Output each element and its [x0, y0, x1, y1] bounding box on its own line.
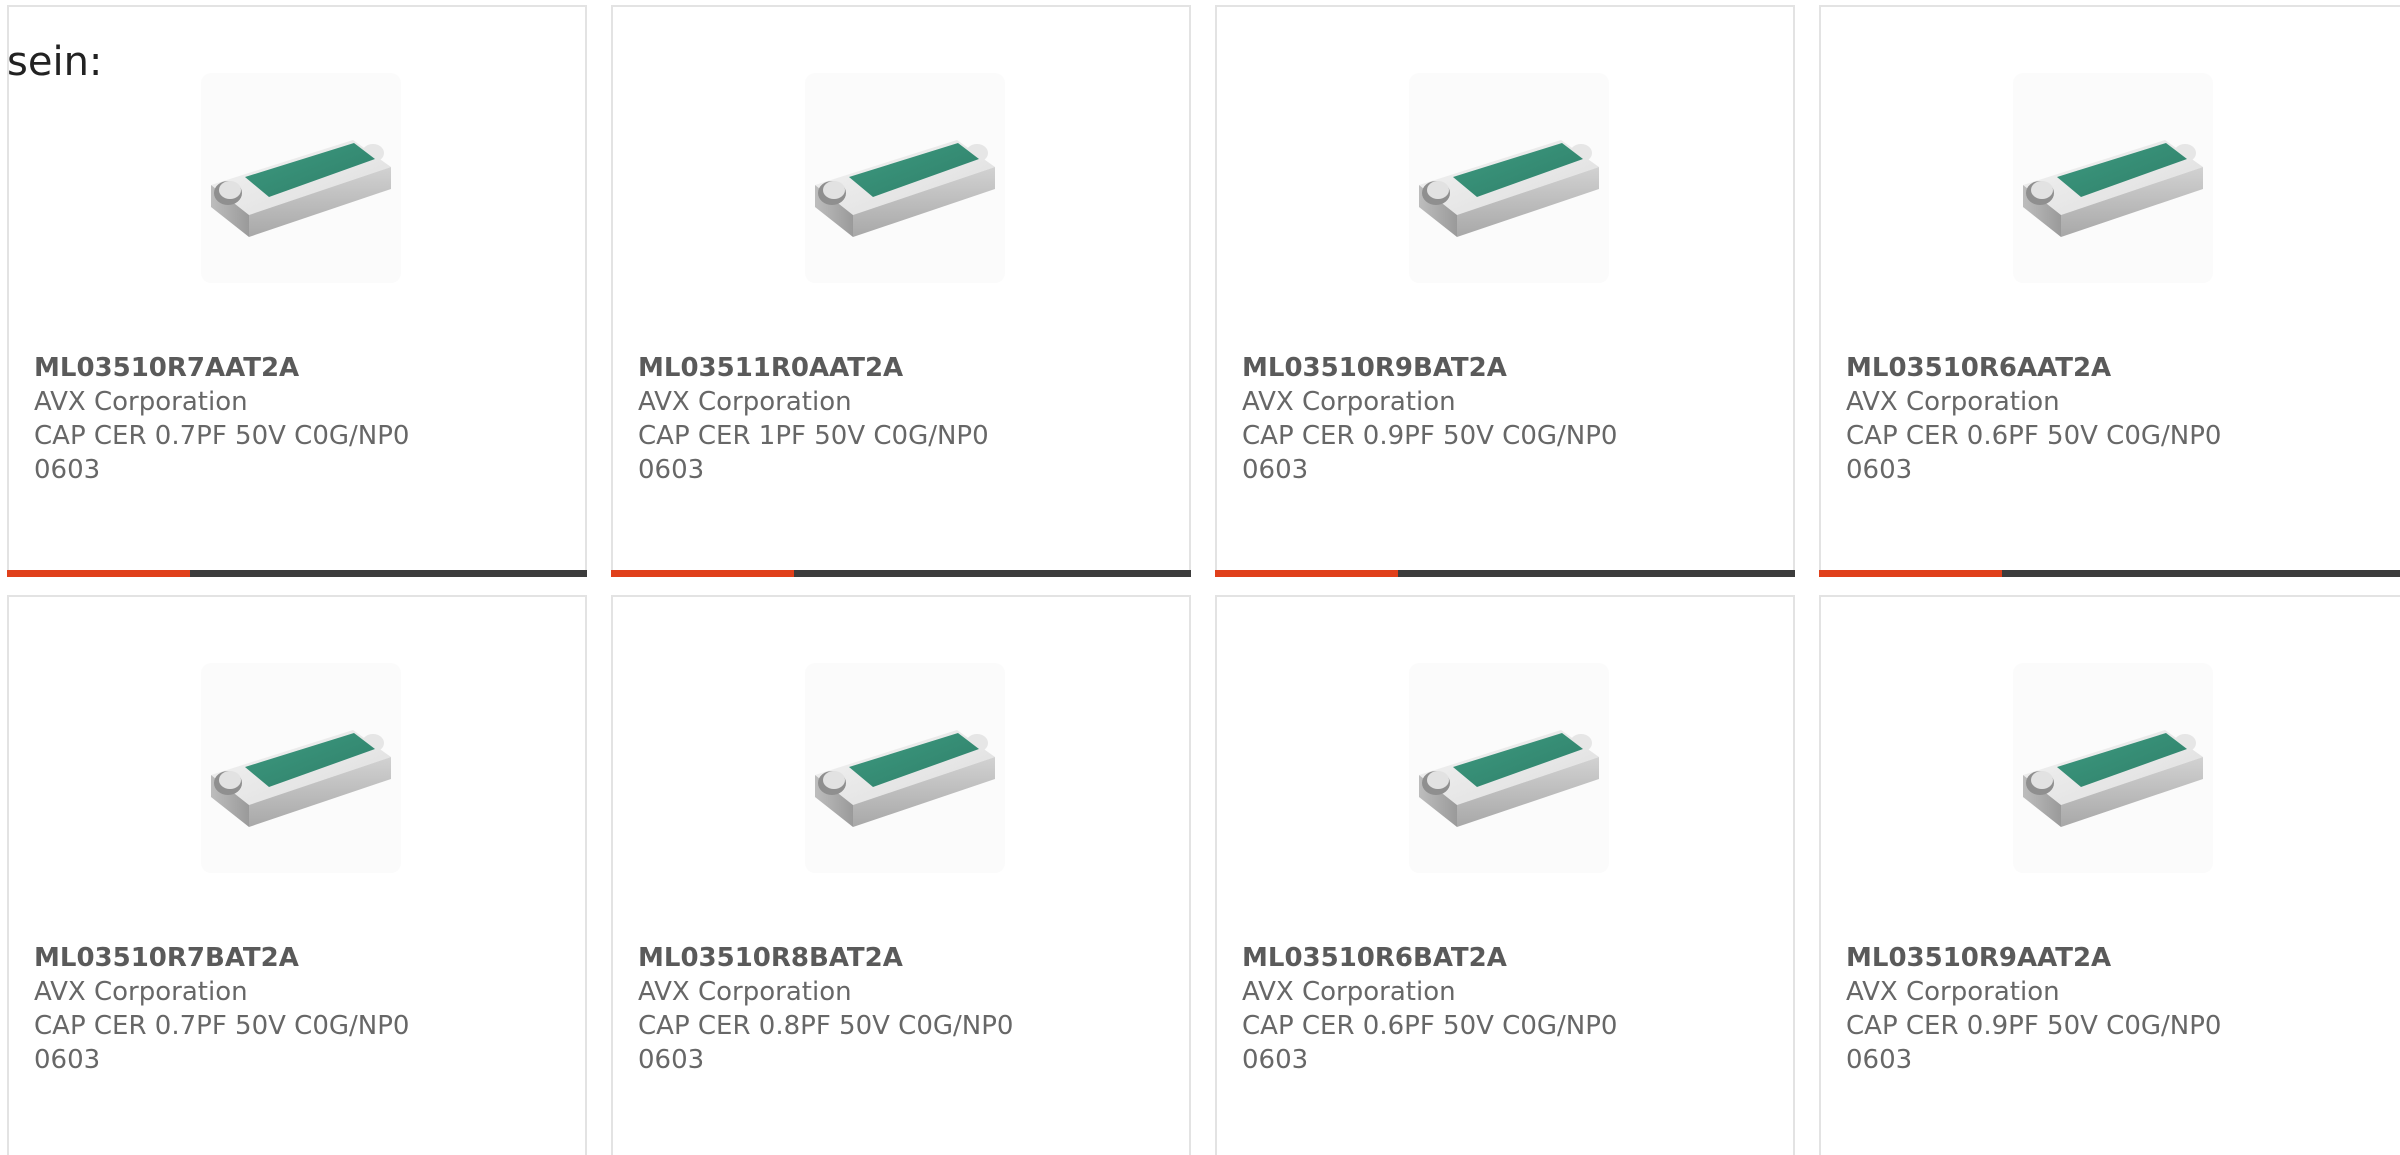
- smd-chip-capacitor-icon: [211, 140, 391, 237]
- part-number-link[interactable]: ML03510R6AAT2A: [1846, 351, 2246, 385]
- part-number-link[interactable]: ML03510R9AAT2A: [1846, 941, 2246, 975]
- product-card[interactable]: ML03511R0AAT2A AVX Corporation CAP CER 1…: [611, 5, 1191, 577]
- product-image[interactable]: [201, 663, 401, 873]
- product-description: CAP CER 1PF 50V C0G/NP0 0603: [638, 421, 989, 485]
- part-number-link[interactable]: ML03510R6BAT2A: [1242, 941, 1642, 975]
- product-image[interactable]: [201, 73, 401, 283]
- product-info: ML03510R9AAT2A AVX Corporation CAP CER 0…: [1846, 941, 2246, 1077]
- smd-chip-capacitor-icon: [211, 730, 391, 827]
- product-image[interactable]: [1409, 73, 1609, 283]
- product-card[interactable]: ML03510R9AAT2A AVX Corporation CAP CER 0…: [1819, 595, 2400, 1155]
- smd-chip-capacitor-icon: [815, 140, 995, 237]
- smd-chip-capacitor-icon: [2023, 730, 2203, 827]
- manufacturer-name: AVX Corporation: [638, 387, 852, 417]
- part-number-link[interactable]: ML03510R8BAT2A: [638, 941, 1038, 975]
- product-card[interactable]: ML03510R8BAT2A AVX Corporation CAP CER 0…: [611, 595, 1191, 1155]
- product-info: ML03510R9BAT2A AVX Corporation CAP CER 0…: [1242, 351, 1642, 487]
- product-description: CAP CER 0.6PF 50V C0G/NP0 0603: [1846, 421, 2222, 485]
- manufacturer-name: AVX Corporation: [1242, 977, 1456, 1007]
- product-info: ML03511R0AAT2A AVX Corporation CAP CER 1…: [638, 351, 1038, 487]
- product-info: ML03510R6BAT2A AVX Corporation CAP CER 0…: [1242, 941, 1642, 1077]
- smd-chip-capacitor-icon: [1419, 730, 1599, 827]
- part-number-link[interactable]: ML03510R7AAT2A: [34, 351, 434, 385]
- smd-chip-capacitor-icon: [1419, 140, 1599, 237]
- product-description: CAP CER 0.7PF 50V C0G/NP0 0603: [34, 421, 410, 485]
- product-card[interactable]: ML03510R6AAT2A AVX Corporation CAP CER 0…: [1819, 5, 2400, 577]
- product-card[interactable]: ML03510R7BAT2A AVX Corporation CAP CER 0…: [7, 595, 587, 1155]
- product-image[interactable]: [805, 663, 1005, 873]
- manufacturer-name: AVX Corporation: [1242, 387, 1456, 417]
- manufacturer-name: AVX Corporation: [638, 977, 852, 1007]
- product-description: CAP CER 0.7PF 50V C0G/NP0 0603: [34, 1011, 410, 1075]
- product-info: ML03510R6AAT2A AVX Corporation CAP CER 0…: [1846, 351, 2246, 487]
- card-accent-bar: [611, 570, 794, 577]
- product-info: ML03510R7AAT2A AVX Corporation CAP CER 0…: [34, 351, 434, 487]
- product-card[interactable]: ML03510R9BAT2A AVX Corporation CAP CER 0…: [1215, 5, 1795, 577]
- intro-text: sein:: [7, 39, 103, 85]
- product-image[interactable]: [2013, 663, 2213, 873]
- manufacturer-name: AVX Corporation: [1846, 977, 2060, 1007]
- product-description: CAP CER 0.8PF 50V C0G/NP0 0603: [638, 1011, 1014, 1075]
- card-hover-bar: [611, 570, 1191, 577]
- product-image[interactable]: [805, 73, 1005, 283]
- product-description: CAP CER 0.9PF 50V C0G/NP0 0603: [1242, 421, 1618, 485]
- manufacturer-name: AVX Corporation: [34, 977, 248, 1007]
- manufacturer-name: AVX Corporation: [34, 387, 248, 417]
- product-card[interactable]: ML03510R6BAT2A AVX Corporation CAP CER 0…: [1215, 595, 1795, 1155]
- manufacturer-name: AVX Corporation: [1846, 387, 2060, 417]
- product-image[interactable]: [1409, 663, 1609, 873]
- product-card[interactable]: ML03510R7AAT2A AVX Corporation CAP CER 0…: [7, 5, 587, 577]
- part-number-link[interactable]: ML03511R0AAT2A: [638, 351, 1038, 385]
- card-accent-bar: [1819, 570, 2002, 577]
- card-hover-bar: [1819, 570, 2400, 577]
- card-accent-bar: [1215, 570, 1398, 577]
- product-description: CAP CER 0.9PF 50V C0G/NP0 0603: [1846, 1011, 2222, 1075]
- smd-chip-capacitor-icon: [815, 730, 995, 827]
- card-hover-bar: [1215, 570, 1795, 577]
- part-number-link[interactable]: ML03510R9BAT2A: [1242, 351, 1642, 385]
- product-info: ML03510R8BAT2A AVX Corporation CAP CER 0…: [638, 941, 1038, 1077]
- product-info: ML03510R7BAT2A AVX Corporation CAP CER 0…: [34, 941, 434, 1077]
- part-number-link[interactable]: ML03510R7BAT2A: [34, 941, 434, 975]
- smd-chip-capacitor-icon: [2023, 140, 2203, 237]
- card-accent-bar: [7, 570, 190, 577]
- product-image[interactable]: [2013, 73, 2213, 283]
- card-hover-bar: [7, 570, 587, 577]
- product-description: CAP CER 0.6PF 50V C0G/NP0 0603: [1242, 1011, 1618, 1075]
